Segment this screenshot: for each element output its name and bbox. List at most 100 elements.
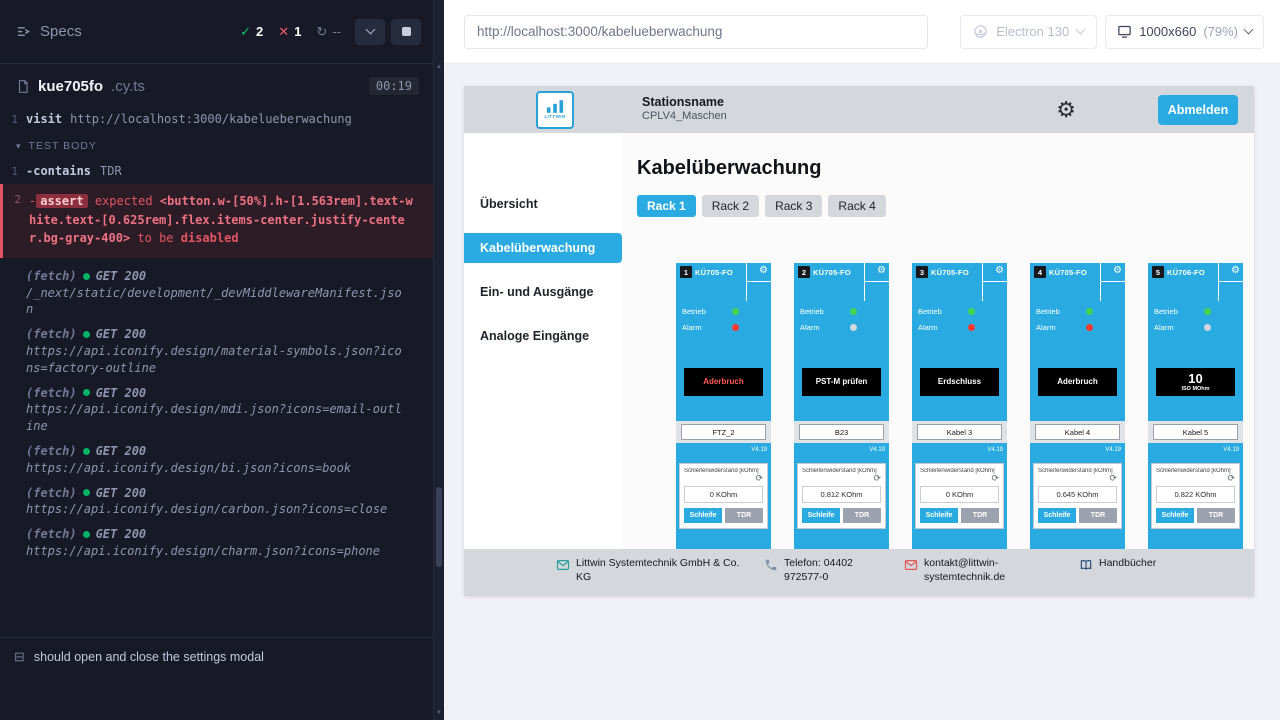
schleife-button[interactable]: Schleife [920,508,958,523]
stop-button[interactable] [391,19,421,45]
gear-icon[interactable]: ⚙ [877,266,886,276]
gear-icon[interactable]: ⚙ [1113,266,1122,276]
cable-name-field[interactable]: Kabel 5 [1153,424,1238,440]
alarm-label: Alarm [1036,323,1056,332]
app-header: LITTWIN Stationsname CPLV4_Maschen ⚙ Abm… [464,86,1254,133]
tdr-button[interactable]: TDR [843,508,881,523]
spec-title-row[interactable]: kue705fo.cy.ts 00:19 [0,64,433,108]
email-icon [556,558,570,572]
sidebar-item-analoge-eingaenge[interactable]: Analoge Eingänge [464,321,622,351]
betrieb-led [1204,308,1211,315]
status-ok-dot [83,531,90,538]
viewport-size: 1000x660 [1139,24,1196,39]
device-card: 2 KÜ705-FO ⚙ Betrieb Alarm PST-M prüfen [794,263,889,563]
gear-icon[interactable]: ⚙ [1231,266,1240,276]
betrieb-led [1086,308,1093,315]
footer-phone[interactable]: Telefon: 04402 972577-0 [764,557,892,584]
reporter-scrollbar[interactable]: ▲ ▼ [433,0,444,720]
device-number: 2 [798,266,810,278]
refresh-icon[interactable]: ⟳ [873,474,881,484]
fetch-url: https://api.iconify.design/mdi.json?icon… [26,401,406,435]
network-log-entry[interactable]: (fetch)GET 200 https://api.iconify.desig… [0,522,433,564]
chevron-down-icon: ▾ [16,141,22,152]
schleife-button[interactable]: Schleife [684,508,722,523]
resistance-label: Schleifenwiderstand [kOhm] [684,468,763,474]
status-display: Erdschluss [920,368,999,396]
betrieb-led [732,308,739,315]
refresh-icon[interactable]: ⟳ [755,474,763,484]
betrieb-led [968,308,975,315]
tdr-button[interactable]: TDR [725,508,763,523]
resistance-label: Schleifenwiderstand [kOhm] [1038,468,1117,474]
page-title: Kabelüberwachung [637,157,1254,180]
betrieb-label: Betrieb [682,307,706,316]
browser-select[interactable]: Electron 130 [960,15,1097,49]
schleife-button[interactable]: Schleife [1038,508,1076,523]
visit-command[interactable]: 1 visithttp://localhost:3000/kabelueberw… [0,108,433,130]
network-log-entry[interactable]: (fetch)GET 200 https://api.iconify.desig… [0,322,433,380]
viewport-select[interactable]: 1000x660 (79%) [1105,15,1264,49]
spec-file-icon [16,79,30,94]
pending-count: -- [332,24,341,39]
test-stats: ✓2 ✕1 ↻-- [240,24,341,40]
footer-manuals-link[interactable]: Handbücher [1079,557,1156,572]
logo-crane-icon [546,100,564,113]
chevron-down-icon [1076,25,1086,35]
sidebar-item-kabelueberwachung[interactable]: Kabelüberwachung [464,233,622,263]
reporter-bottom-spacer [0,676,433,720]
scroll-down-arrow[interactable]: ▼ [434,710,444,716]
refresh-icon[interactable]: ⟳ [1109,474,1117,484]
spec-extension: .cy.ts [111,78,145,95]
specs-button[interactable]: Specs [16,23,82,40]
gear-icon[interactable]: ⚙ [995,266,1004,276]
tdr-button[interactable]: TDR [1197,508,1235,523]
refresh-icon[interactable]: ⟳ [991,474,999,484]
cable-name-field[interactable]: B23 [799,424,884,440]
scrollbar-thumb[interactable] [436,487,442,567]
fetch-url: https://api.iconify.design/carbon.json?i… [26,501,387,518]
command-log: 1 visithttp://localhost:3000/kabelueberw… [0,108,433,637]
collapse-button[interactable] [355,19,385,45]
tab-rack-1[interactable]: Rack 1 [637,195,696,217]
schleife-button[interactable]: Schleife [802,508,840,523]
refresh-icon[interactable]: ⟳ [1227,474,1235,484]
url-input[interactable] [464,15,928,49]
cypress-runner-window: Specs ✓2 ✕1 ↻-- kue705fo.cy.ts 00:19 1 v… [0,0,1280,720]
schleife-button[interactable]: Schleife [1156,508,1194,523]
cable-name-field[interactable]: Kabel 3 [917,424,1002,440]
alarm-led [968,324,975,331]
failed-assert-command[interactable]: 2 -assert expected <button.w-[50%].h-[1.… [0,184,433,258]
network-log-entry[interactable]: (fetch)GET 200 https://api.iconify.desig… [0,481,433,523]
station-label: Stationsname [642,95,727,111]
gear-icon[interactable]: ⚙ [759,266,768,276]
sidebar-item-ein-und-ausgaenge[interactable]: Ein- und Ausgänge [464,277,622,307]
next-test-row[interactable]: ⊟ should open and close the settings mod… [0,637,433,676]
app-under-test: LITTWIN Stationsname CPLV4_Maschen ⚙ Abm… [464,86,1254,596]
failed-icon: ✕ [278,24,289,40]
resistance-label: Schleifenwiderstand [kOhm] [802,468,881,474]
tdr-button[interactable]: TDR [961,508,999,523]
network-log-entry[interactable]: (fetch)GET 200 /_next/static/development… [0,264,433,322]
test-body-section[interactable]: ▾ TEST BODY [0,130,433,160]
settings-gear-icon[interactable]: ⚙ [1056,99,1076,121]
command-name: -contains [26,164,91,178]
littwin-logo: LITTWIN [536,91,574,129]
command-arg: http://localhost:3000/kabelueberwachung [70,112,352,126]
sidebar-item-uebersicht[interactable]: Übersicht [464,189,622,219]
tab-rack-2[interactable]: Rack 2 [702,195,759,217]
aut-panel: Electron 130 1000x660 (79%) [444,0,1280,720]
cable-name-field[interactable]: FTZ_2 [681,424,766,440]
footer-email[interactable]: kontakt@littwin-systemtechnik.de [904,557,1024,584]
tab-rack-3[interactable]: Rack 3 [765,195,822,217]
scroll-up-arrow[interactable]: ▲ [434,64,444,70]
logout-button[interactable]: Abmelden [1158,95,1238,125]
tab-rack-4[interactable]: Rack 4 [828,195,885,217]
network-log-entry[interactable]: (fetch)GET 200 https://api.iconify.desig… [0,439,433,481]
fetch-label: (fetch) [26,385,77,402]
line-number: 1 [0,164,26,178]
stop-icon [402,27,411,36]
cable-name-field[interactable]: Kabel 4 [1035,424,1120,440]
tdr-button[interactable]: TDR [1079,508,1117,523]
contains-command[interactable]: 1 -containsTDR [0,160,433,182]
network-log-entry[interactable]: (fetch)GET 200 https://api.iconify.desig… [0,381,433,439]
